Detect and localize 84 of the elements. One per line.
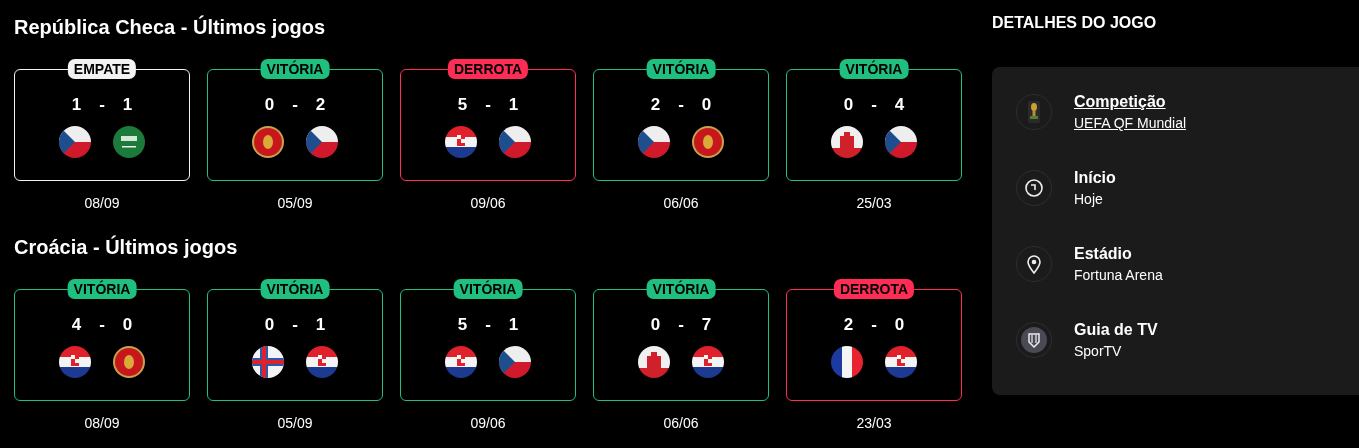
flag-icon (59, 126, 91, 158)
home-score: 5 (457, 314, 468, 336)
trophy-icon (1027, 101, 1041, 123)
away-score: 4 (894, 94, 905, 116)
clock-icon (1024, 178, 1044, 198)
match-date: 23/03 (856, 414, 892, 432)
away-score: 7 (701, 314, 712, 336)
match-date: 08/09 (84, 414, 120, 432)
home-score: 2 (843, 314, 854, 336)
match-date: 08/09 (84, 194, 120, 212)
score-separator: - (678, 314, 684, 336)
score-separator: - (485, 94, 491, 116)
flag-icon (638, 346, 670, 378)
result-badge: VITÓRIA (260, 59, 330, 79)
detail-label[interactable]: Competição (1074, 91, 1187, 113)
result-badge: VITÓRIA (260, 279, 330, 299)
match-date: 06/06 (663, 194, 699, 212)
score-separator: - (99, 94, 105, 116)
flag-icon (445, 126, 477, 158)
result-badge: EMPATE (67, 59, 137, 79)
flag-icon (499, 126, 531, 158)
score-separator: - (485, 314, 491, 336)
home-score: 2 (650, 94, 661, 116)
score-separator: - (292, 94, 298, 116)
match-date: 25/03 (856, 194, 892, 212)
home-score: 0 (264, 94, 275, 116)
flag-icon (252, 126, 284, 158)
flag-icon (306, 346, 338, 378)
match-date: 06/06 (663, 414, 699, 432)
flag-icon (692, 126, 724, 158)
flag-icon (831, 346, 863, 378)
away-score: 1 (508, 314, 519, 336)
home-score: 5 (457, 94, 468, 116)
result-badge: DERROTA (833, 279, 915, 299)
score-separator: - (292, 314, 298, 336)
away-score: 0 (701, 94, 712, 116)
result-badge: VITÓRIA (67, 279, 137, 299)
score-separator: - (871, 94, 877, 116)
away-score: 2 (315, 94, 326, 116)
section-title: Croácia - Últimos jogos (14, 234, 238, 260)
detail-value: Hoje (1074, 190, 1104, 209)
detail-value[interactable]: UEFA QF Mundial (1074, 113, 1187, 133)
match-date: 09/06 (470, 414, 506, 432)
flag-icon (59, 346, 91, 378)
score-separator: - (678, 94, 684, 116)
flag-icon (445, 346, 477, 378)
home-score: 0 (650, 314, 661, 336)
flag-icon (113, 346, 145, 378)
detail-label: Início (1074, 168, 1116, 188)
section-title: República Checa - Últimos jogos (14, 14, 326, 40)
result-badge: VITÓRIA (646, 59, 716, 79)
detail-label: Guia de TV (1074, 320, 1158, 340)
flag-icon (113, 126, 145, 158)
location-pin-icon (1025, 254, 1043, 274)
away-score: 1 (122, 94, 133, 116)
result-badge: VITÓRIA (453, 279, 523, 299)
flag-icon (306, 126, 338, 158)
away-score: 1 (508, 94, 519, 116)
flag-icon (252, 346, 284, 378)
detail-value: Fortuna Arena (1074, 266, 1163, 285)
flag-icon (499, 346, 531, 378)
home-score: 4 (71, 314, 82, 336)
flag-icon (831, 126, 863, 158)
result-badge: DERROTA (447, 59, 529, 79)
score-separator: - (99, 314, 105, 336)
result-badge: VITÓRIA (839, 59, 909, 79)
away-score: 0 (894, 314, 905, 336)
details-title: DETALHES DO JOGO (992, 13, 1157, 33)
match-date: 05/09 (277, 194, 313, 212)
flag-icon (638, 126, 670, 158)
detail-label: Estádio (1074, 244, 1133, 264)
flag-icon (885, 126, 917, 158)
home-score: 1 (71, 94, 82, 116)
score-separator: - (871, 314, 877, 336)
away-score: 1 (315, 314, 326, 336)
away-score: 0 (122, 314, 133, 336)
flag-icon (885, 346, 917, 378)
home-score: 0 (843, 94, 854, 116)
match-date: 09/06 (470, 194, 506, 212)
flag-icon (692, 346, 724, 378)
home-score: 0 (264, 314, 275, 336)
match-date: 05/09 (277, 414, 313, 432)
detail-value: SporTV (1074, 342, 1123, 361)
result-badge: VITÓRIA (646, 279, 716, 299)
